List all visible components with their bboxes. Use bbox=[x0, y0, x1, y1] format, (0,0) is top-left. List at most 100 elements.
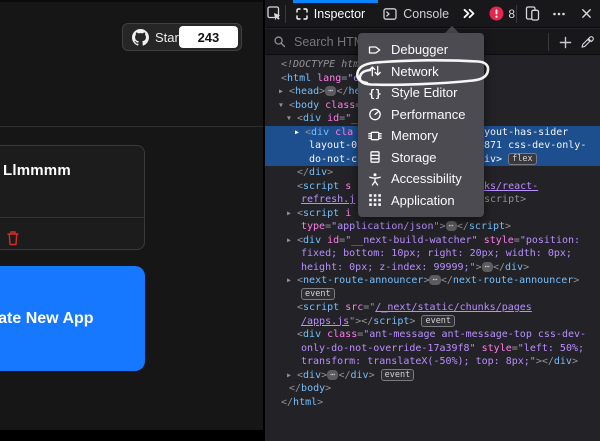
code-token: > bbox=[505, 221, 511, 232]
expand-arrow-icon[interactable]: ▼ bbox=[287, 112, 291, 126]
code-token: script bbox=[373, 316, 409, 327]
expand-arrow-icon[interactable]: ▼ bbox=[279, 99, 283, 113]
ellipsis-badge[interactable]: ⋯ bbox=[446, 221, 457, 231]
markup-line[interactable]: ▶<next-route-announcer>⋯</next-route-ann… bbox=[265, 274, 600, 288]
code-token: cla bbox=[335, 127, 353, 138]
menu-item-application[interactable]: Application bbox=[358, 190, 484, 212]
memory-icon bbox=[368, 129, 382, 143]
markup-line[interactable]: event bbox=[265, 288, 600, 302]
code-token: > bbox=[523, 262, 529, 273]
markup-line[interactable]: transform: translateX(-50%); top: 8px;">… bbox=[265, 355, 600, 369]
markup-line[interactable]: </body> bbox=[265, 382, 600, 396]
tab-console-label: Console bbox=[403, 7, 449, 21]
code-token: </ bbox=[281, 397, 293, 408]
add-node-icon[interactable] bbox=[559, 36, 572, 49]
markup-line[interactable]: <script src="/_next/static/chunks/pages bbox=[265, 301, 600, 315]
style-editor-icon: {} bbox=[368, 86, 382, 100]
ellipsis-badge[interactable]: ⋯ bbox=[325, 86, 336, 96]
resource-link[interactable]: ks/react- bbox=[484, 181, 538, 192]
code-token: > bbox=[572, 356, 578, 367]
markup-line[interactable]: height: 0px; z-index: 99999;">⋯</div> bbox=[265, 261, 600, 275]
page-divider bbox=[0, 126, 263, 127]
event-badge: event bbox=[301, 288, 335, 300]
app-card-title: Llmmmm bbox=[3, 162, 71, 179]
code-token: script bbox=[303, 181, 339, 192]
code-token: script bbox=[303, 208, 339, 219]
code-token: </ bbox=[493, 262, 505, 273]
menu-item-memory[interactable]: Memory bbox=[358, 125, 484, 147]
more-tools-menu: Debugger Network{}Style EditorPerformance… bbox=[358, 33, 484, 217]
code-token: class bbox=[325, 100, 355, 111]
code-token: div bbox=[303, 370, 321, 381]
code-token: script bbox=[469, 221, 505, 232]
code-token bbox=[375, 370, 381, 381]
code-token: lang bbox=[317, 73, 341, 84]
markup-line[interactable]: type="application/json">⋯</script> bbox=[265, 220, 600, 234]
code-token: > bbox=[476, 262, 482, 273]
markup-line[interactable]: only-do-not-override-17a39f8" style="lef… bbox=[265, 342, 600, 356]
markup-line[interactable]: /apps.js"></script> event bbox=[265, 315, 600, 329]
github-star-count[interactable]: 243 bbox=[179, 26, 238, 48]
accessibility-icon bbox=[368, 172, 382, 186]
more-tools-button[interactable] bbox=[458, 0, 479, 28]
menu-item-label: Memory bbox=[391, 128, 438, 143]
app-card[interactable] bbox=[0, 145, 145, 250]
code-token: s bbox=[345, 181, 351, 192]
code-token: src bbox=[345, 302, 363, 313]
code-token: do-not-c bbox=[309, 154, 357, 165]
expand-arrow-icon[interactable]: ▶ bbox=[287, 274, 291, 288]
github-star-label: Star bbox=[155, 30, 179, 45]
error-count-badge[interactable]: 8 bbox=[489, 6, 515, 21]
github-star-widget[interactable]: Star 243 bbox=[122, 23, 242, 51]
markup-line[interactable]: fixed; bottom: 10px; right: 20px; width:… bbox=[265, 247, 600, 261]
ellipsis-badge[interactable]: ⋯ bbox=[429, 275, 440, 285]
devtools-panel: Inspector Console 8 bbox=[265, 0, 600, 441]
code-token: div bbox=[554, 356, 572, 367]
storage-icon bbox=[368, 150, 382, 164]
eyedropper-icon[interactable] bbox=[581, 36, 594, 49]
menu-item-accessibility[interactable]: Accessibility bbox=[358, 168, 484, 190]
markup-line[interactable]: ▶<div>⋯</div> event bbox=[265, 369, 600, 383]
tab-inspector[interactable]: Inspector bbox=[287, 0, 374, 28]
code-token: </ bbox=[441, 275, 453, 286]
ellipsis-badge[interactable]: ⋯ bbox=[327, 370, 338, 380]
flex-badge[interactable]: flex bbox=[508, 153, 536, 165]
code-token: style bbox=[482, 343, 512, 354]
expand-arrow-icon[interactable]: ▶ bbox=[279, 85, 283, 99]
menu-item-label: Debugger bbox=[391, 42, 448, 57]
expand-arrow-icon[interactable]: ▶ bbox=[287, 207, 291, 221]
menu-item-network[interactable]: Network bbox=[358, 61, 484, 83]
code-token: "__next-build-watcher" bbox=[345, 235, 477, 246]
menu-item-performance[interactable]: Performance bbox=[358, 104, 484, 126]
code-token: fixed; bottom: 10px; right: 20px; width:… bbox=[301, 248, 572, 259]
code-token: div bbox=[303, 113, 321, 124]
web-page-area: Star 243 Llmmmm Create New App bbox=[0, 0, 263, 430]
event-badge: event bbox=[421, 315, 455, 327]
menu-item-label: Accessibility bbox=[391, 171, 462, 186]
markup-line[interactable]: <div class="ant-message ant-message-top … bbox=[265, 328, 600, 342]
menu-item-debugger[interactable]: Debugger bbox=[358, 39, 484, 61]
responsive-mode-button[interactable] bbox=[518, 0, 546, 28]
tab-console[interactable]: Console bbox=[374, 0, 458, 28]
code-token: > bbox=[327, 167, 333, 178]
close-devtools-button[interactable] bbox=[572, 0, 600, 28]
devtools-menu-button[interactable] bbox=[546, 0, 572, 28]
expand-arrow-icon[interactable]: ▶ bbox=[287, 369, 291, 383]
app-card-divider bbox=[0, 217, 145, 218]
trash-icon[interactable] bbox=[6, 230, 20, 247]
menu-item-storage[interactable]: Storage bbox=[358, 147, 484, 169]
expand-arrow-icon[interactable]: ▶ bbox=[295, 126, 299, 140]
code-token: id bbox=[327, 235, 339, 246]
active-tab-indicator bbox=[293, 0, 378, 3]
resource-link[interactable]: refresh.j bbox=[301, 194, 355, 205]
markup-line[interactable]: </html> bbox=[265, 396, 600, 410]
menu-item-style-editor[interactable]: {}Style Editor bbox=[358, 82, 484, 104]
pick-element-button[interactable] bbox=[265, 0, 284, 28]
expand-arrow-icon[interactable]: ▶ bbox=[287, 234, 291, 248]
resource-link[interactable]: /apps.js bbox=[301, 316, 349, 327]
markup-line[interactable]: ▶<div id="__next-build-watcher" style="p… bbox=[265, 234, 600, 248]
resource-link[interactable]: /_next/static/chunks/pages bbox=[375, 302, 532, 313]
ellipsis-badge[interactable]: ⋯ bbox=[482, 262, 493, 272]
meatball-menu-icon bbox=[552, 7, 566, 21]
create-new-app-button[interactable]: Create New App bbox=[0, 266, 145, 371]
